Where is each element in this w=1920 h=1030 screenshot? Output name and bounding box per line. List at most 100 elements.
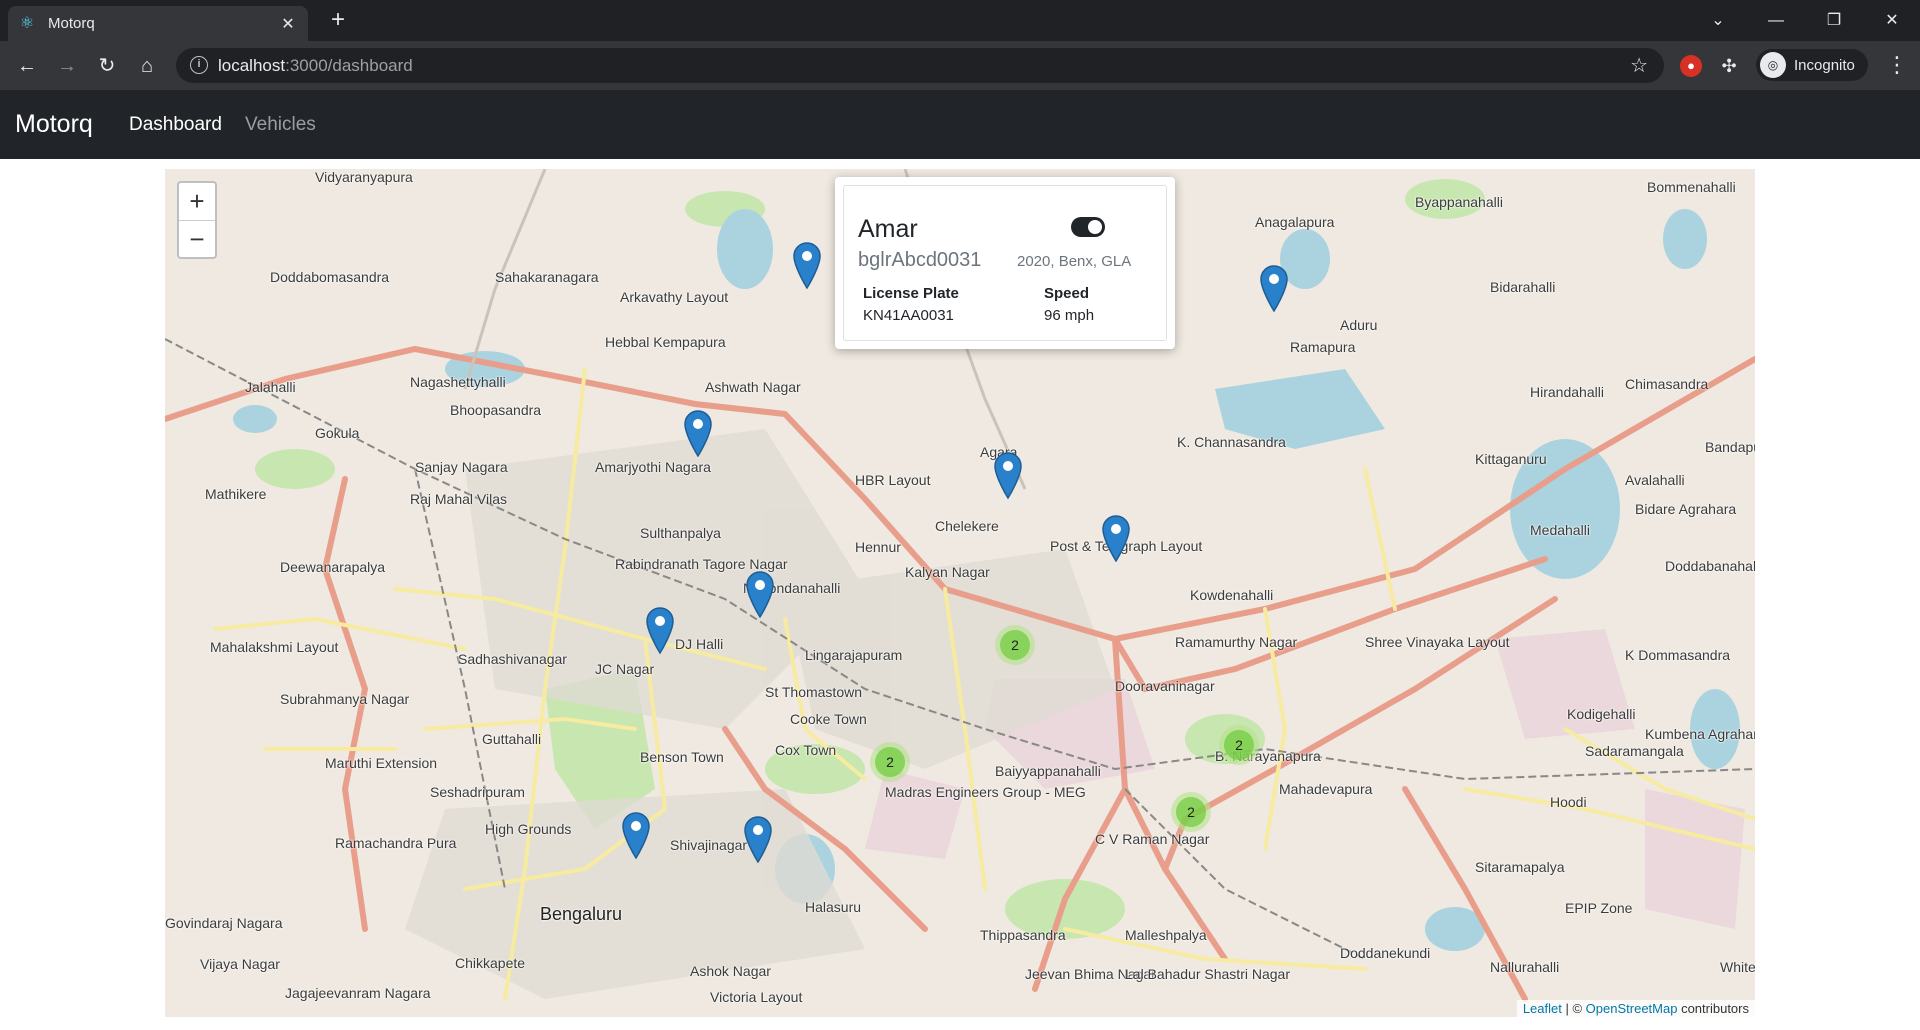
place-label: Byappanahalli	[1415, 194, 1503, 210]
bookmark-star-icon[interactable]: ☆	[1630, 53, 1648, 78]
place-label: Benson Town	[640, 749, 724, 765]
driver-name: Amar	[858, 215, 918, 243]
new-tab-button[interactable]: +	[324, 7, 352, 35]
place-label: Ashwath Nagar	[705, 379, 801, 395]
extensions-puzzle-icon[interactable]: ✣	[1718, 55, 1740, 77]
url-text: localhost:3000/dashboard	[218, 56, 413, 75]
place-label: Bommenahalli	[1647, 179, 1736, 195]
place-label: Cooke Town	[790, 711, 867, 727]
marker-cluster[interactable]: 2	[995, 625, 1035, 665]
place-label: Ramachandra Pura	[335, 835, 457, 851]
site-info-icon[interactable]: i	[190, 56, 208, 74]
zoom-control: + −	[177, 181, 217, 259]
place-label: Gokula	[315, 425, 360, 441]
place-label: Seshadripuram	[430, 784, 525, 800]
place-label: Aduru	[1340, 317, 1378, 333]
react-favicon-icon: ⚛	[19, 14, 35, 32]
map-marker-icon[interactable]	[1101, 514, 1131, 563]
license-plate-label: License Plate	[863, 285, 959, 302]
home-button[interactable]: ⌂	[132, 51, 162, 81]
place-label: Amarjyothi Nagara	[595, 459, 711, 475]
forward-button[interactable]: →	[52, 51, 82, 81]
place-label: Madras Engineers Group - MEG	[885, 784, 1086, 800]
map-marker-icon[interactable]	[792, 241, 822, 290]
place-label: Bhoopasandra	[450, 402, 542, 418]
place-label: Avalahalli	[1625, 472, 1685, 488]
map-marker-icon[interactable]	[743, 815, 773, 864]
place-label: Doddabomasandra	[270, 269, 390, 285]
place-label: Kalyan Nagar	[905, 564, 990, 580]
place-label: Kowdenahalli	[1190, 587, 1274, 603]
map-marker-icon[interactable]	[993, 451, 1023, 500]
map-marker-icon[interactable]	[645, 606, 675, 655]
place-label: Hoodi	[1550, 794, 1587, 810]
place-label: Malleshpalya	[1125, 927, 1207, 943]
nav-dashboard[interactable]: Dashboard	[129, 114, 222, 136]
marker-cluster[interactable]: 2	[1171, 792, 1211, 832]
place-label: Thippasandra	[980, 927, 1066, 943]
brand-logo[interactable]: Motorq	[15, 110, 93, 139]
place-label: Nallurahalli	[1490, 959, 1560, 975]
vehicle-meta: 2020, Benx, GLA	[1017, 253, 1132, 270]
leaflet-link[interactable]: Leaflet	[1523, 1001, 1562, 1016]
place-label: Doddanekundi	[1340, 945, 1431, 961]
place-label: Baiyyappanahalli	[995, 763, 1101, 779]
place-label: Vijaya Nagar	[200, 956, 280, 972]
map-container[interactable]: Vidyaranyapura Doddabomasandra Sahakaranag…	[165, 169, 1755, 1017]
place-label: Bengaluru	[540, 904, 623, 924]
tab-search-icon[interactable]: ⌄	[1690, 0, 1746, 41]
place-label: Bandapura	[1705, 439, 1755, 455]
place-label: Sanjay Nagara	[415, 459, 508, 475]
marker-cluster[interactable]: 2	[870, 742, 910, 782]
map-marker-icon[interactable]	[745, 570, 775, 619]
speed-label: Speed	[1044, 285, 1090, 302]
speed-value: 96 mph	[1044, 307, 1095, 324]
place-label: White	[1720, 959, 1755, 975]
extension-shield-icon[interactable]: ●	[1680, 55, 1702, 77]
place-label: Lingarajapuram	[805, 647, 903, 663]
place-label: Sadaramangala	[1585, 743, 1684, 759]
map-marker-icon[interactable]	[683, 409, 713, 458]
nav-vehicles[interactable]: Vehicles	[245, 114, 316, 136]
close-tab-icon[interactable]: ✕	[278, 14, 298, 34]
restore-button[interactable]: ❐	[1806, 0, 1862, 41]
incognito-profile-button[interactable]: ◎ Incognito	[1756, 49, 1868, 81]
tracking-toggle[interactable]	[1071, 217, 1105, 237]
place-label: EPIP Zone	[1565, 900, 1633, 916]
place-label: Govindaraj Nagara	[165, 915, 283, 931]
vehicle-popup: Amar bglrAbcd0031 2020, Benx, GLA Licens…	[835, 177, 1175, 349]
place-label: Mathikere	[205, 486, 267, 502]
address-bar[interactable]: i localhost:3000/dashboard ☆	[176, 48, 1664, 83]
osm-link[interactable]: OpenStreetMap	[1586, 1001, 1678, 1016]
place-label: Sadhashivanagar	[458, 651, 567, 667]
map-marker-icon[interactable]	[621, 811, 651, 860]
place-label: Hirandahalli	[1530, 384, 1604, 400]
place-label: Lal Bahadur Shastri Nagar	[1125, 966, 1290, 982]
reload-button[interactable]: ↻	[92, 51, 122, 81]
place-label: Arkavathy Layout	[620, 289, 729, 305]
browser-tab[interactable]: ⚛ Motorq ✕	[8, 6, 308, 41]
place-label: DJ Halli	[675, 636, 724, 652]
place-label: Kittaganuru	[1475, 451, 1547, 467]
place-label: Bidare Agrahara	[1635, 501, 1737, 517]
place-label: JC Nagar	[595, 661, 655, 677]
place-label: Mahalakshmi Layout	[210, 639, 339, 655]
place-label: Medahalli	[1530, 522, 1590, 538]
place-label: Victoria Layout	[710, 989, 803, 1005]
back-button[interactable]: ←	[12, 51, 42, 81]
place-label: Maruthi Extension	[325, 755, 438, 771]
place-label: Chikkapete	[455, 955, 526, 971]
place-label: Hennur	[855, 539, 901, 555]
map-marker-icon[interactable]	[1259, 264, 1289, 313]
browser-menu-icon[interactable]: ⋮	[1886, 52, 1908, 78]
place-label: Ramapura	[1290, 339, 1356, 355]
close-window-button[interactable]: ✕	[1864, 0, 1920, 41]
zoom-in-button[interactable]: +	[179, 183, 215, 220]
place-label: K. Channasandra	[1177, 434, 1286, 450]
minimize-button[interactable]: —	[1748, 0, 1804, 41]
zoom-out-button[interactable]: −	[179, 220, 215, 257]
place-label: HBR Layout	[855, 472, 931, 488]
place-label: Ramamurthy Nagar	[1175, 634, 1298, 650]
marker-cluster[interactable]: 2	[1219, 725, 1259, 765]
place-label: Raj Mahal Vilas	[410, 491, 508, 507]
